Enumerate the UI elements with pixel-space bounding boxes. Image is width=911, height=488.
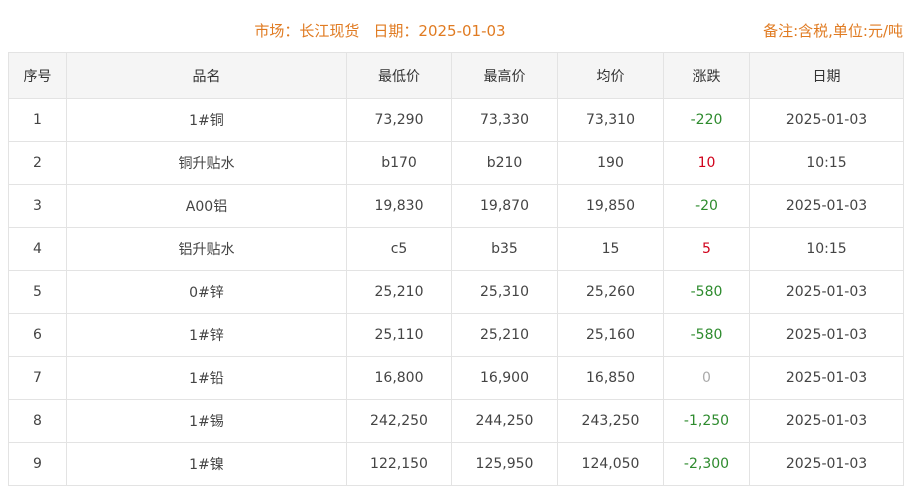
- cell-high: 125,950: [451, 442, 558, 486]
- cell-high: b210: [451, 141, 558, 185]
- cell-low: b170: [346, 141, 452, 185]
- cell-high: 19,870: [451, 184, 558, 228]
- cell-low: 73,290: [346, 98, 452, 142]
- cell-high: 25,210: [451, 313, 558, 357]
- cell-date: 2025-01-03: [749, 356, 904, 400]
- cell-index: 3: [8, 184, 67, 228]
- cell-avg: 25,260: [557, 270, 664, 314]
- cell-avg: 19,850: [557, 184, 664, 228]
- table-row: 1 1#铜 73,290 73,330 73,310 -220 2025-01-03: [8, 98, 904, 142]
- col-header-low: 最低价: [346, 52, 452, 99]
- cell-high: b35: [451, 227, 558, 271]
- table-row: 7 1#铅 16,800 16,900 16,850 0 2025-01-03: [8, 356, 904, 400]
- cell-change: -220: [663, 98, 750, 142]
- table-row: 9 1#镍 122,150 125,950 124,050 -2,300 2025-01-0…: [8, 442, 904, 486]
- cell-date: 2025-01-03: [749, 98, 904, 142]
- cell-name: 铜升贴水: [66, 141, 347, 185]
- header-row: 序号 品名 最低价 最高价 均价 涨跌 日期: [8, 52, 904, 99]
- col-header-change: 涨跌: [663, 52, 750, 99]
- cell-date: 2025-01-03: [749, 442, 904, 486]
- cell-name: 1#铜: [66, 98, 347, 142]
- cell-name: 1#锡: [66, 399, 347, 443]
- cell-change: -1,250: [663, 399, 750, 443]
- cell-high: 16,900: [451, 356, 558, 400]
- date-label: 日期：2025-01-03: [373, 22, 506, 40]
- cell-date: 2025-01-03: [749, 270, 904, 314]
- market-label: 市场：长江现货: [254, 22, 360, 40]
- cell-avg: 190: [557, 141, 664, 185]
- col-header-avg: 均价: [557, 52, 664, 99]
- cell-change: -20: [663, 184, 750, 228]
- table-header: 序号 品名 最低价 最高价 均价 涨跌 日期: [8, 52, 904, 99]
- cell-index: 5: [8, 270, 67, 314]
- cell-change: -580: [663, 313, 750, 357]
- cell-low: c5: [346, 227, 452, 271]
- col-header-index: 序号: [8, 52, 67, 99]
- cell-index: 6: [8, 313, 67, 357]
- table-row: 4 铝升贴水 c5 b35 15 5 10:15: [8, 227, 904, 271]
- cell-index: 8: [8, 399, 67, 443]
- cell-date: 10:15: [749, 141, 904, 185]
- cell-change: -580: [663, 270, 750, 314]
- cell-name: 0#锌: [66, 270, 347, 314]
- cell-avg: 15: [557, 227, 664, 271]
- header: 市场：长江现货 日期：2025-01-03 备注:含税,单位:元/吨: [0, 20, 911, 44]
- header-center: 市场：长江现货 日期：2025-01-03: [0, 20, 760, 41]
- cell-date: 2025-01-03: [749, 184, 904, 228]
- cell-low: 19,830: [346, 184, 452, 228]
- price-table: 序号 品名 最低价 最高价 均价 涨跌 日期 1 1#铜 73,290 73,330 7…: [8, 52, 904, 486]
- cell-date: 2025-01-03: [749, 399, 904, 443]
- cell-date: 10:15: [749, 227, 904, 271]
- cell-avg: 25,160: [557, 313, 664, 357]
- cell-index: 2: [8, 141, 67, 185]
- cell-low: 16,800: [346, 356, 452, 400]
- cell-high: 73,330: [451, 98, 558, 142]
- unit-note: 备注:含税,单位:元/吨: [763, 22, 903, 40]
- cell-index: 4: [8, 227, 67, 271]
- cell-high: 244,250: [451, 399, 558, 443]
- col-header-high: 最高价: [451, 52, 558, 99]
- cell-avg: 124,050: [557, 442, 664, 486]
- cell-low: 242,250: [346, 399, 452, 443]
- cell-change: -2,300: [663, 442, 750, 486]
- cell-name: 1#锌: [66, 313, 347, 357]
- table-row: 6 1#锌 25,110 25,210 25,160 -580 2025-01-03: [8, 313, 904, 357]
- cell-high: 25,310: [451, 270, 558, 314]
- price-page: 市场：长江现货 日期：2025-01-03 备注:含税,单位:元/吨 序号 品名 …: [0, 0, 911, 488]
- cell-name: 1#铅: [66, 356, 347, 400]
- table-row: 2 铜升贴水 b170 b210 190 10 10:15: [8, 141, 904, 185]
- table-row: 3 A00铝 19,830 19,870 19,850 -20 2025-01-03: [8, 184, 904, 228]
- col-header-name: 品名: [66, 52, 347, 99]
- cell-name: A00铝: [66, 184, 347, 228]
- cell-low: 25,210: [346, 270, 452, 314]
- cell-index: 9: [8, 442, 67, 486]
- table-row: 8 1#锡 242,250 244,250 243,250 -1,250 2025-01-0…: [8, 399, 904, 443]
- cell-low: 25,110: [346, 313, 452, 357]
- cell-index: 7: [8, 356, 67, 400]
- cell-index: 1: [8, 98, 67, 142]
- col-header-date: 日期: [749, 52, 904, 99]
- cell-date: 2025-01-03: [749, 313, 904, 357]
- cell-avg: 73,310: [557, 98, 664, 142]
- table-row: 5 0#锌 25,210 25,310 25,260 -580 2025-01-03: [8, 270, 904, 314]
- cell-change: 0: [663, 356, 750, 400]
- cell-change: 5: [663, 227, 750, 271]
- cell-name: 铝升贴水: [66, 227, 347, 271]
- cell-change: 10: [663, 141, 750, 185]
- cell-low: 122,150: [346, 442, 452, 486]
- cell-avg: 16,850: [557, 356, 664, 400]
- cell-name: 1#镍: [66, 442, 347, 486]
- cell-avg: 243,250: [557, 399, 664, 443]
- table-body: 1 1#铜 73,290 73,330 73,310 -220 2025-01-03 2 铜升贴…: [8, 98, 904, 486]
